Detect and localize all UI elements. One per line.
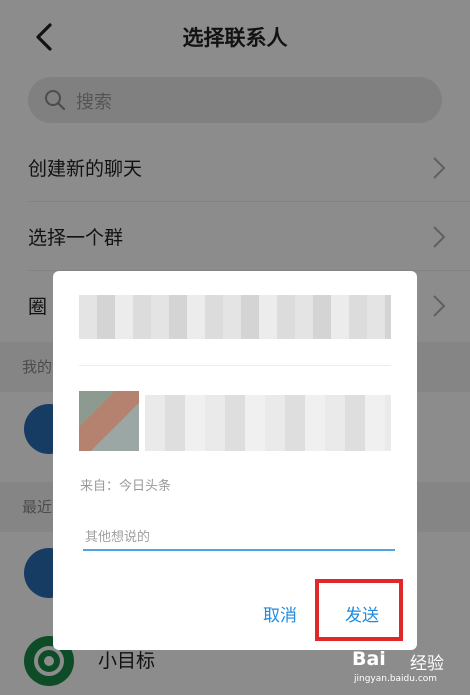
cancel-button[interactable]: 取消 xyxy=(263,601,297,626)
watermark-url: jingyan.baidu.com xyxy=(354,674,438,684)
message-placeholder: 其他想说的 xyxy=(85,530,151,545)
recipient-name-blurred xyxy=(79,295,391,339)
contact-picker-screen: 选择联系人 搜索 创建新的聊天 选择一个群 圈 我的 最近 小目标 来自：今日头… xyxy=(0,0,470,695)
baidu-jingyan-watermark: Bai 经验 jingyan.baidu.com xyxy=(352,648,462,692)
message-input[interactable]: 其他想说的 xyxy=(83,521,395,551)
send-highlight-box xyxy=(315,579,403,641)
watermark-logo: Bai xyxy=(352,648,386,670)
shared-content-thumbnail xyxy=(79,391,139,451)
shared-content-title-blurred xyxy=(145,395,391,451)
divider xyxy=(79,365,391,366)
watermark-text: 经验 xyxy=(410,654,444,674)
share-source: 来自：今日头条 xyxy=(80,479,172,494)
share-dialog: 来自：今日头条 其他想说的 取消 发送 xyxy=(53,271,417,650)
